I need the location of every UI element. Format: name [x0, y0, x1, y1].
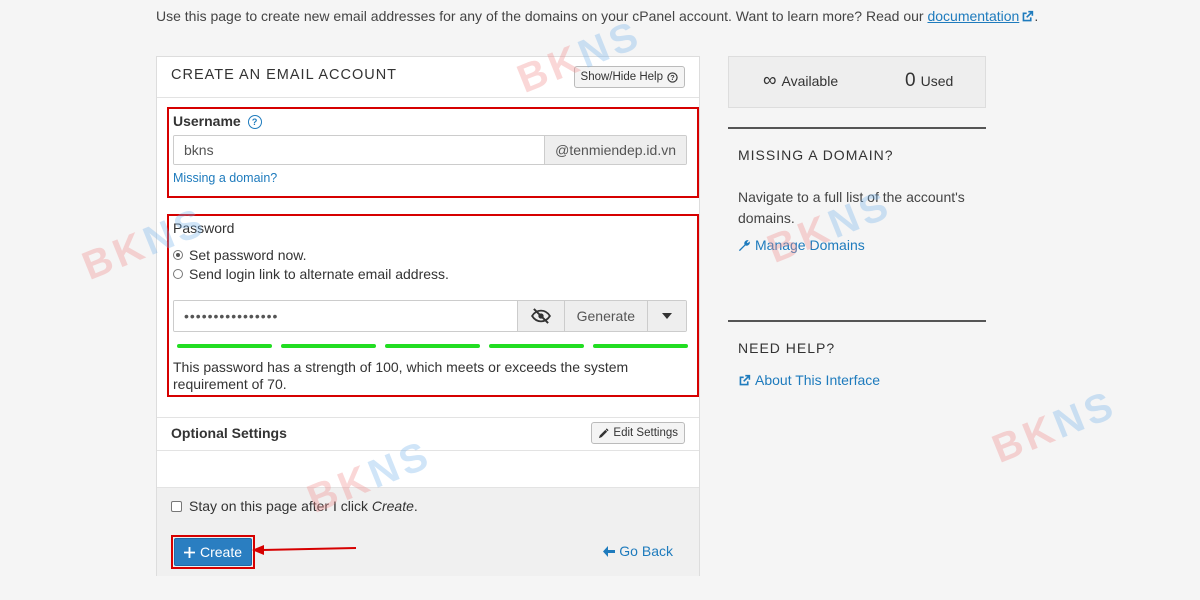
missing-domain-heading: MISSING A DOMAIN?: [738, 147, 894, 163]
radio-set-password-control[interactable]: [173, 250, 183, 260]
password-strength-meter: [177, 344, 688, 348]
username-input[interactable]: [174, 136, 545, 164]
stay-on-page-label: Stay on this page after I click Create.: [189, 498, 418, 514]
missing-domain-link[interactable]: Missing a domain?: [173, 171, 277, 185]
need-help-sidebar: NEED HELP? About This Interface: [728, 320, 986, 422]
username-label: Username: [173, 113, 241, 129]
create-button-highlight: Create: [171, 535, 256, 569]
bkns-watermark: BKNS: [986, 382, 1123, 472]
show-hide-help-button[interactable]: Show/Hide Help ?: [573, 66, 685, 88]
missing-domain-sidebar: MISSING A DOMAIN? Navigate to a full lis…: [728, 127, 986, 289]
help-button-label: Show/Hide Help: [580, 71, 663, 83]
radio-send-link-label: Send login link to alternate email addre…: [189, 266, 449, 282]
strength-segment: [177, 344, 272, 348]
svg-text:?: ?: [670, 72, 675, 81]
available-label: Available: [781, 73, 839, 89]
strength-segment: [593, 344, 688, 348]
form-footer: Stay on this page after I click Create. …: [157, 487, 699, 576]
optional-settings-row: Optional Settings Edit Settings: [157, 417, 699, 451]
generate-options-dropdown[interactable]: [647, 301, 686, 331]
go-back-link[interactable]: Go Back: [603, 543, 673, 559]
missing-domain-text: Navigate to a full list of the account's…: [738, 189, 965, 226]
strength-segment: [385, 344, 480, 348]
used-label: Used: [920, 73, 954, 89]
username-help-icon[interactable]: ?: [247, 115, 262, 129]
radio-send-link-control[interactable]: [173, 269, 183, 279]
manage-domains-label: Manage Domains: [755, 237, 865, 253]
strength-segment: [281, 344, 376, 348]
create-button-label: Create: [200, 544, 243, 560]
create-button[interactable]: Create: [174, 538, 253, 566]
question-circle-icon: ?: [667, 71, 678, 83]
password-label: Password: [173, 220, 235, 236]
generate-password-button[interactable]: Generate: [563, 301, 647, 331]
annotation-arrow: [252, 545, 357, 555]
intro-text: Use this page to create new email addres…: [156, 8, 1056, 24]
radio-set-password[interactable]: Set password now.: [173, 247, 307, 263]
used-stat: 0 Used: [905, 70, 953, 92]
stay-on-page-checkbox[interactable]: [171, 500, 182, 512]
documentation-link[interactable]: documentation: [927, 8, 1019, 24]
create-email-panel: CREATE AN EMAIL ACCOUNT Show/Hide Help ?…: [156, 56, 700, 576]
email-stats-box: ∞ Available 0 Used: [728, 56, 986, 108]
password-input-group: Generate: [173, 300, 687, 332]
external-link-icon: [1022, 10, 1034, 22]
stay-label-prefix: Stay on this page after I click: [189, 498, 372, 514]
stay-label-emphasis: Create: [371, 498, 414, 514]
manage-domains-link[interactable]: Manage Domains: [738, 237, 986, 253]
password-strength-text: This password has a strength of 100, whi…: [173, 359, 629, 392]
panel-header: CREATE AN EMAIL ACCOUNT Show/Hide Help ?: [157, 57, 699, 98]
strength-segment: [489, 344, 584, 348]
plus-icon: [184, 546, 195, 558]
available-stat: ∞ Available: [763, 70, 838, 92]
username-label-row: Username ?: [173, 113, 262, 129]
username-input-group: @tenmiendep.id.vn: [173, 135, 687, 165]
stay-on-page-option[interactable]: Stay on this page after I click Create.: [171, 498, 418, 514]
need-help-heading: NEED HELP?: [738, 340, 836, 356]
edit-settings-label: Edit Settings: [613, 427, 678, 439]
watermark-bk: BK: [986, 406, 1064, 472]
watermark-ns: NS: [1047, 382, 1123, 448]
available-value: ∞: [763, 70, 777, 91]
wrench-icon: [738, 239, 750, 251]
used-value: 0: [905, 70, 916, 91]
eye-slash-icon: [530, 308, 551, 324]
password-input[interactable]: [174, 301, 517, 331]
password-section: Password Set password now. Send login li…: [167, 214, 699, 397]
external-link-icon: [739, 374, 751, 385]
arrow-left-icon: [603, 545, 616, 557]
username-section: Username ? @tenmiendep.id.vn Missing a d…: [167, 107, 699, 198]
pencil-icon: [599, 427, 609, 438]
go-back-label: Go Back: [619, 543, 673, 559]
stay-label-suffix: .: [413, 498, 418, 514]
edit-settings-button[interactable]: Edit Settings: [591, 422, 685, 444]
optional-settings-title: Optional Settings: [171, 425, 287, 441]
caret-down-icon: [662, 313, 672, 319]
panel-title: CREATE AN EMAIL ACCOUNT: [171, 67, 398, 83]
about-interface-label: About This Interface: [755, 372, 881, 388]
radio-send-link[interactable]: Send login link to alternate email addre…: [173, 266, 449, 282]
watermark-bk: BK: [76, 223, 154, 289]
toggle-visibility-button[interactable]: [516, 301, 564, 331]
intro-tail: .: [1034, 8, 1039, 24]
radio-set-password-label: Set password now.: [189, 247, 307, 263]
about-interface-link[interactable]: About This Interface: [738, 372, 986, 388]
intro-sentence: Use this page to create new email addres…: [156, 8, 924, 24]
domain-addon: @tenmiendep.id.vn: [544, 136, 686, 164]
